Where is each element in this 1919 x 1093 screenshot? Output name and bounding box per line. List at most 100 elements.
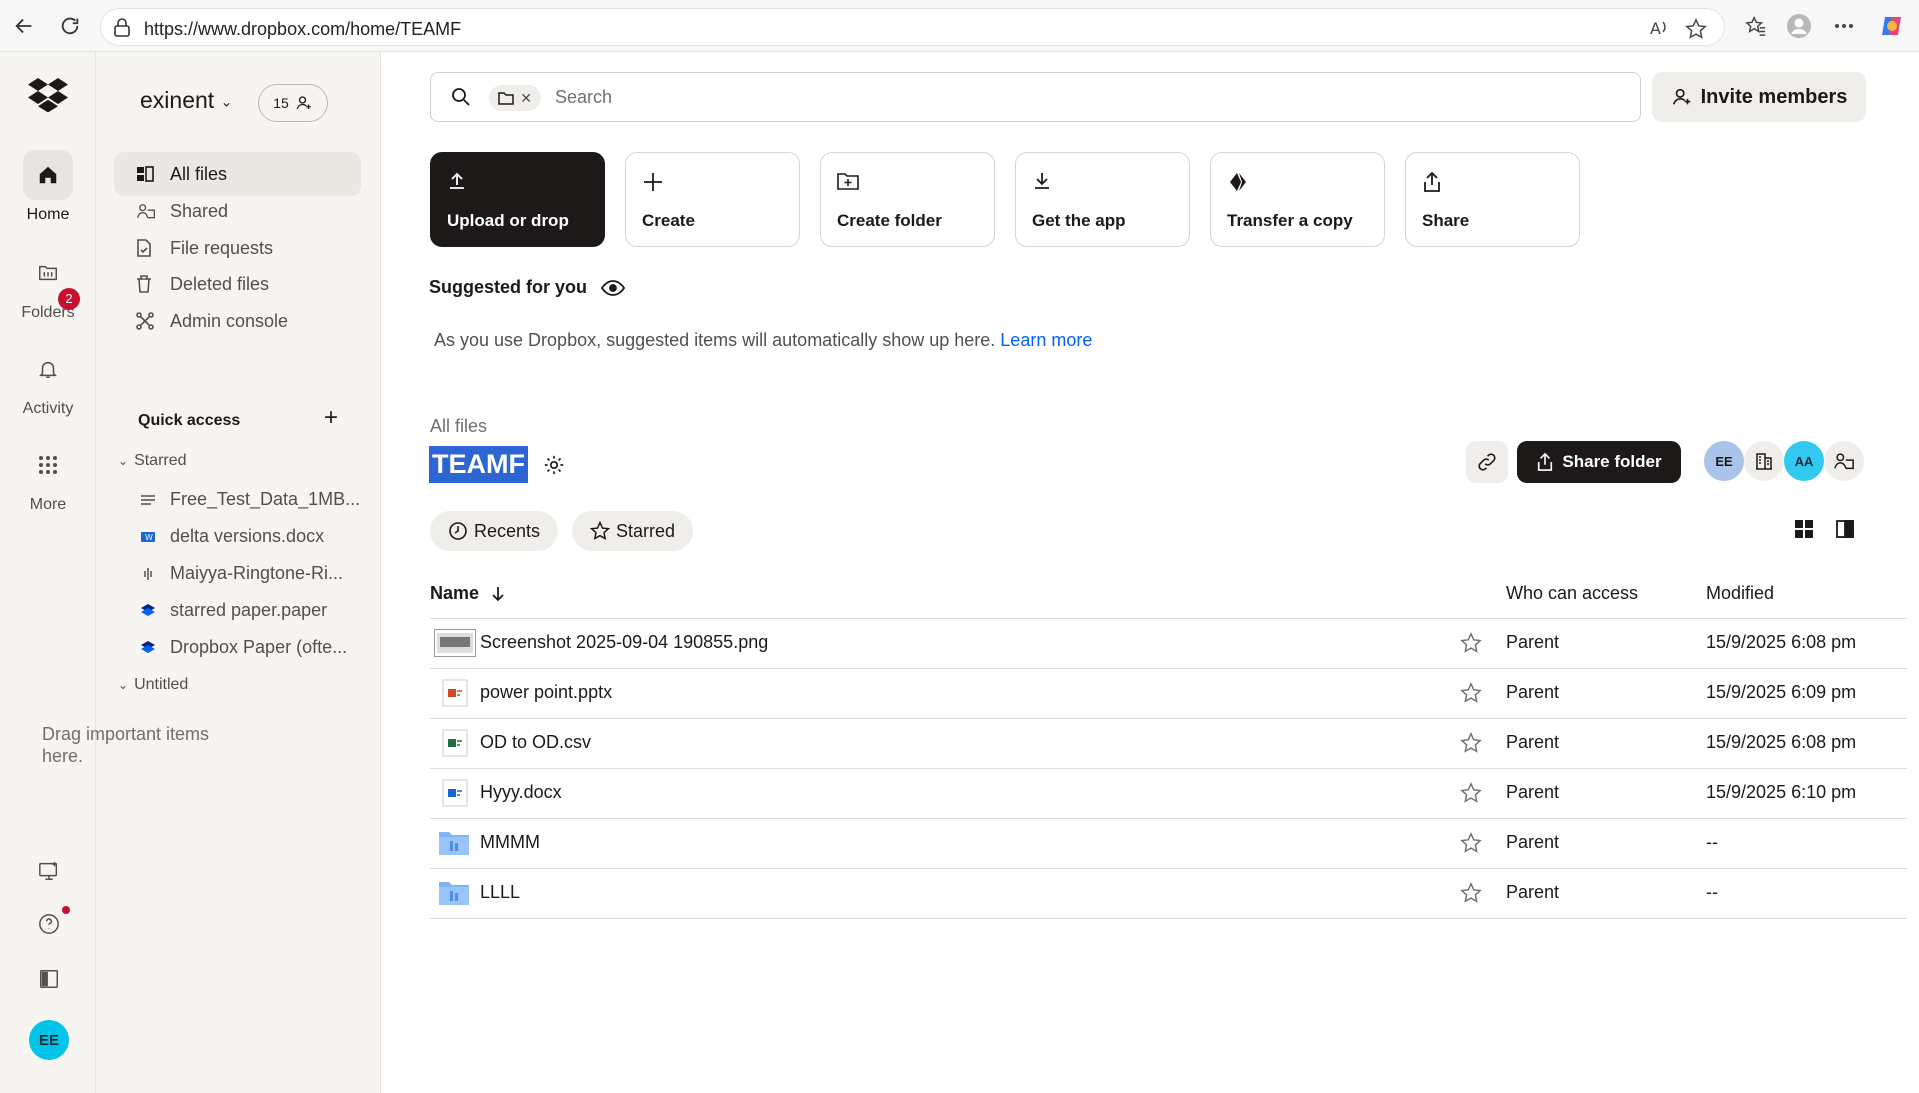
invite-members-button[interactable]: Invite members bbox=[1652, 72, 1866, 122]
favorite-star-icon[interactable] bbox=[1685, 18, 1707, 40]
grid-icon bbox=[23, 440, 73, 490]
more-options-icon[interactable] bbox=[1830, 12, 1858, 40]
learn-more-link[interactable]: Learn more bbox=[1000, 330, 1092, 350]
dropbox-logo-icon[interactable] bbox=[28, 78, 68, 112]
modified-header[interactable]: Modified bbox=[1706, 583, 1774, 604]
favorites-icon[interactable] bbox=[1742, 12, 1770, 40]
url-text[interactable]: https://www.dropbox.com/home/TEAMF bbox=[144, 19, 461, 40]
quick-access-item[interactable]: Dropbox Paper (ofte... bbox=[136, 637, 366, 658]
quick-access-item[interactable]: Free_Test_Data_1MB... bbox=[136, 489, 366, 510]
rail-folders[interactable]: Folders bbox=[0, 248, 96, 322]
quick-access-item[interactable]: starred paper.paper bbox=[136, 600, 366, 621]
docx-file-icon: W bbox=[136, 530, 160, 544]
sidebar-toggle-icon[interactable] bbox=[38, 968, 60, 990]
star-icon[interactable] bbox=[1460, 882, 1482, 904]
read-aloud-icon[interactable]: A bbox=[1649, 18, 1671, 38]
paper-doc-icon bbox=[136, 603, 160, 618]
profile-icon[interactable] bbox=[1785, 12, 1813, 40]
grid-view-icon[interactable] bbox=[1795, 520, 1813, 538]
table-row[interactable]: LLLL Parent -- bbox=[430, 869, 1907, 919]
team-space-icon[interactable] bbox=[1744, 441, 1784, 481]
table-row[interactable]: Screenshot 2025-09-04 190855.png Parent … bbox=[430, 619, 1907, 669]
copilot-icon[interactable] bbox=[1878, 12, 1906, 40]
rail-activity[interactable]: Activity bbox=[0, 344, 96, 418]
svg-text:W: W bbox=[145, 533, 153, 542]
file-name[interactable]: OD to OD.csv bbox=[480, 732, 591, 753]
chevron-down-icon: ⌄ bbox=[118, 678, 129, 692]
who-can-access-header[interactable]: Who can access bbox=[1506, 583, 1638, 604]
back-icon[interactable] bbox=[10, 12, 38, 40]
table-row[interactable]: power point.pptx Parent 15/9/2025 6:09 p… bbox=[430, 669, 1907, 719]
upload-button[interactable]: Upload or drop bbox=[430, 152, 605, 247]
star-icon[interactable] bbox=[1460, 682, 1482, 704]
drag-hint: Drag important items here. bbox=[42, 724, 210, 766]
folder-name[interactable]: MMMM bbox=[480, 832, 540, 853]
recents-filter[interactable]: Recents bbox=[430, 511, 559, 551]
help-icon[interactable] bbox=[38, 913, 60, 935]
starred-filter[interactable]: Starred bbox=[572, 511, 694, 551]
access-text: Parent bbox=[1506, 832, 1560, 852]
manage-access-icon[interactable] bbox=[1824, 441, 1864, 481]
search-input[interactable]: Search bbox=[555, 87, 612, 108]
get-app-button[interactable]: Get the app bbox=[1015, 152, 1190, 247]
rail-home[interactable]: Home bbox=[0, 150, 96, 224]
star-icon[interactable] bbox=[1460, 632, 1482, 654]
add-user-icon bbox=[1671, 86, 1693, 108]
share-folder-button[interactable]: Share folder bbox=[1517, 441, 1681, 483]
folder-name[interactable]: LLLL bbox=[480, 882, 520, 903]
add-quick-access-icon[interactable]: + bbox=[324, 404, 338, 432]
transfer-copy-button[interactable]: Transfer a copy bbox=[1210, 152, 1385, 247]
name-column-header[interactable]: Name bbox=[430, 583, 505, 604]
reload-icon[interactable] bbox=[56, 12, 84, 40]
address-bar[interactable]: https://www.dropbox.com/home/TEAMF A bbox=[100, 8, 1725, 46]
share-button[interactable]: Share bbox=[1405, 152, 1580, 247]
member-avatar-ee[interactable]: EE bbox=[1704, 441, 1744, 481]
access-text: Parent bbox=[1506, 882, 1560, 902]
copy-link-button[interactable] bbox=[1466, 441, 1508, 483]
image-thumbnail-icon bbox=[434, 629, 476, 657]
create-folder-button[interactable]: Create folder bbox=[820, 152, 995, 247]
member-avatar-aa[interactable]: AA bbox=[1784, 441, 1824, 481]
star-icon[interactable] bbox=[1460, 782, 1482, 804]
add-member-icon bbox=[295, 94, 313, 112]
starred-group-title: Starred bbox=[134, 452, 187, 469]
members-button[interactable]: 15 bbox=[258, 84, 328, 122]
account-avatar[interactable]: EE bbox=[29, 1020, 69, 1060]
modified-text: 15/9/2025 6:09 pm bbox=[1706, 682, 1857, 702]
star-icon[interactable] bbox=[1460, 732, 1482, 754]
eye-icon[interactable] bbox=[601, 279, 626, 296]
transfer-copy-label: Transfer a copy bbox=[1227, 211, 1353, 230]
star-icon[interactable] bbox=[1460, 832, 1482, 854]
home-icon bbox=[23, 150, 73, 200]
rail-more[interactable]: More bbox=[0, 440, 96, 514]
desktop-app-icon[interactable] bbox=[38, 860, 60, 882]
quick-access-item[interactable]: Maiyya-Ringtone-Ri... bbox=[136, 563, 366, 584]
quick-access-title: Quick access bbox=[138, 412, 241, 429]
search-scope-chip[interactable]: ✕ bbox=[489, 85, 541, 111]
table-row[interactable]: MMMM Parent -- bbox=[430, 819, 1907, 869]
suggested-text: As you use Dropbox, suggested items will… bbox=[434, 330, 1092, 351]
create-button[interactable]: Create bbox=[625, 152, 800, 247]
close-icon[interactable]: ✕ bbox=[520, 90, 532, 107]
quick-access-item[interactable]: W delta versions.docx bbox=[136, 526, 366, 547]
breadcrumb[interactable]: All files bbox=[430, 416, 487, 437]
team-folder-icon bbox=[438, 829, 470, 857]
share-folder-label: Share folder bbox=[1562, 452, 1662, 471]
file-name[interactable]: Screenshot 2025-09-04 190855.png bbox=[480, 632, 768, 653]
chevron-down-icon: ⌄ bbox=[118, 454, 129, 468]
table-row[interactable]: OD to OD.csv Parent 15/9/2025 6:08 pm bbox=[430, 719, 1907, 769]
info-panel-toggle-icon[interactable] bbox=[1836, 520, 1854, 538]
table-row[interactable]: Hyyy.docx Parent 15/9/2025 6:10 pm bbox=[430, 769, 1907, 819]
untitled-group-toggle[interactable]: ⌄ Untitled bbox=[118, 676, 188, 694]
gear-icon[interactable] bbox=[543, 454, 565, 476]
file-name[interactable]: power point.pptx bbox=[480, 682, 612, 703]
lock-icon[interactable] bbox=[113, 18, 131, 38]
recents-label: Recents bbox=[474, 520, 541, 541]
sidebar-item-admin-console[interactable]: Admin console bbox=[114, 299, 361, 343]
starred-group-toggle[interactable]: ⌄ Starred bbox=[118, 452, 187, 470]
team-switcher[interactable]: exinent ⌄ bbox=[140, 87, 232, 114]
shared-icon bbox=[136, 202, 160, 220]
file-name[interactable]: Hyyy.docx bbox=[480, 782, 562, 803]
page-title[interactable]: TEAMF bbox=[429, 446, 528, 483]
search-box[interactable]: ✕ Search bbox=[430, 72, 1641, 122]
